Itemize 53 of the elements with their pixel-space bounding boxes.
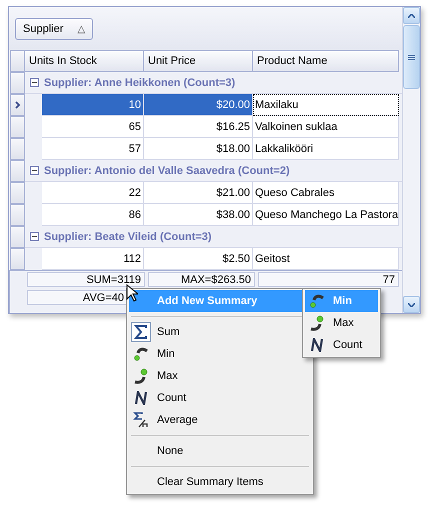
curved-arrow-icon <box>309 315 325 331</box>
menu-item[interactable]: None <box>129 440 311 462</box>
group-row-label: Supplier: Antonio del Valle Saavedra (Count=2) <box>44 164 290 176</box>
table-cell: 86 <box>42 204 144 226</box>
table-cell: $38.00 <box>144 204 253 226</box>
summary-cell[interactable]: SUM=3119 <box>27 272 145 287</box>
table-cell: 65 <box>42 116 144 138</box>
menu-item[interactable]: Count <box>129 387 311 409</box>
n-letter-icon <box>134 391 148 405</box>
grip-icon <box>408 54 415 60</box>
curved-arrow-icon <box>309 293 325 309</box>
column-header[interactable]: Units In Stock <box>25 50 144 72</box>
caret-icon <box>408 14 415 18</box>
curved-arrow-icon <box>133 368 149 384</box>
table-cell: Geitost <box>253 248 399 270</box>
scrollbar-thumb[interactable] <box>403 25 420 89</box>
table-cell: Queso Manchego La Pastora <box>253 204 399 226</box>
n-letter-icon <box>310 338 324 352</box>
table-cell: $20.00 <box>144 94 253 116</box>
caret-icon <box>408 302 415 306</box>
collapse-icon[interactable] <box>30 78 39 87</box>
summary-cell[interactable]: 77 <box>258 272 399 287</box>
row-indicator[interactable] <box>10 94 25 116</box>
cursor-icon <box>126 284 138 302</box>
group-chip[interactable]: Supplier △ <box>15 18 94 40</box>
scroll-up-button[interactable] <box>403 7 420 24</box>
table-cell: 57 <box>42 138 144 160</box>
sigma-fraction-icon <box>133 412 149 428</box>
table-cell: $2.50 <box>144 248 253 270</box>
row-indicator-header <box>10 50 25 72</box>
table-cell: 22 <box>42 182 144 204</box>
table-cell: $16.25 <box>144 116 253 138</box>
scroll-down-button[interactable] <box>403 296 420 313</box>
collapse-icon[interactable] <box>30 232 39 241</box>
curved-arrow-icon <box>133 346 149 362</box>
column-header[interactable]: Unit Price <box>144 50 253 72</box>
table-cell: Queso Cabrales <box>253 182 399 204</box>
menu-item[interactable]: Clear Summary Items <box>129 471 311 493</box>
menu-item[interactable]: Average <box>129 409 311 431</box>
sigma-icon <box>134 325 148 339</box>
summary-cell[interactable]: MAX=$263.50 <box>148 272 255 287</box>
group-row-label: Supplier: Beate Vileid (Count=3) <box>44 230 212 242</box>
table-cell: $18.00 <box>144 138 253 160</box>
table-cell: Valkoinen suklaa <box>253 116 399 138</box>
collapse-icon[interactable] <box>30 166 39 175</box>
column-header[interactable]: Product Name <box>253 50 399 72</box>
menu-item[interactable]: Max <box>129 365 311 387</box>
table-cell: Maxilaku <box>253 94 399 116</box>
table-cell: 10 <box>42 94 144 116</box>
group-row-label: Supplier: Anne Heikkonen (Count=3) <box>44 76 236 88</box>
table-cell: $21.00 <box>144 182 253 204</box>
table-cell: Lakkalikööri <box>253 138 399 160</box>
table-cell: 112 <box>42 248 144 270</box>
